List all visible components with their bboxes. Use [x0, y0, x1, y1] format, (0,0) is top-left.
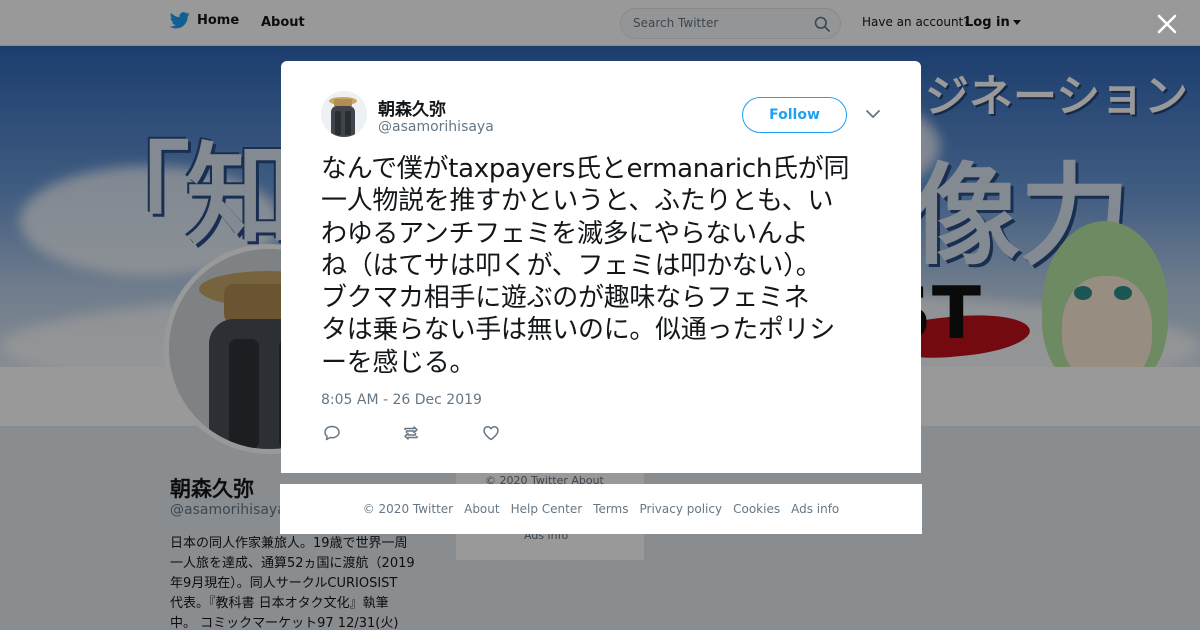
tweet-author-name[interactable]: 朝森久弥 [378, 95, 446, 120]
tweet-modal: 朝森久弥 @asamorihisaya Follow なんで僕がtaxpayer… [281, 61, 921, 473]
footer-link-about[interactable]: About [464, 502, 499, 516]
reply-icon[interactable] [323, 424, 341, 442]
footer-link-privacy[interactable]: Privacy policy [640, 502, 723, 516]
avatar-backpack-image [321, 91, 367, 137]
chevron-down-icon[interactable] [866, 109, 880, 119]
follow-button[interactable]: Follow [742, 97, 847, 133]
close-icon[interactable] [1155, 12, 1179, 36]
footer-link-help-center[interactable]: Help Center [511, 502, 583, 516]
retweet-icon[interactable] [402, 424, 420, 442]
footer-copyright: © 2020 Twitter [362, 502, 454, 516]
tweet-timestamp[interactable]: 8:05 AM - 26 Dec 2019 [321, 392, 482, 408]
tweet-author-avatar[interactable] [321, 91, 367, 137]
modal-footer: © 2020 Twitter About Help Center Terms P… [280, 484, 922, 534]
tweet-text: なんで僕がtaxpayers氏とermanarich氏が同 一人物説を推すかとい… [321, 154, 850, 378]
footer-link-cookies[interactable]: Cookies [733, 502, 780, 516]
footer-link-terms[interactable]: Terms [593, 502, 628, 516]
footer-link-ads-info[interactable]: Ads info [791, 502, 839, 516]
tweet-author-handle[interactable]: @asamorihisaya [378, 119, 494, 135]
like-icon[interactable] [482, 424, 500, 442]
